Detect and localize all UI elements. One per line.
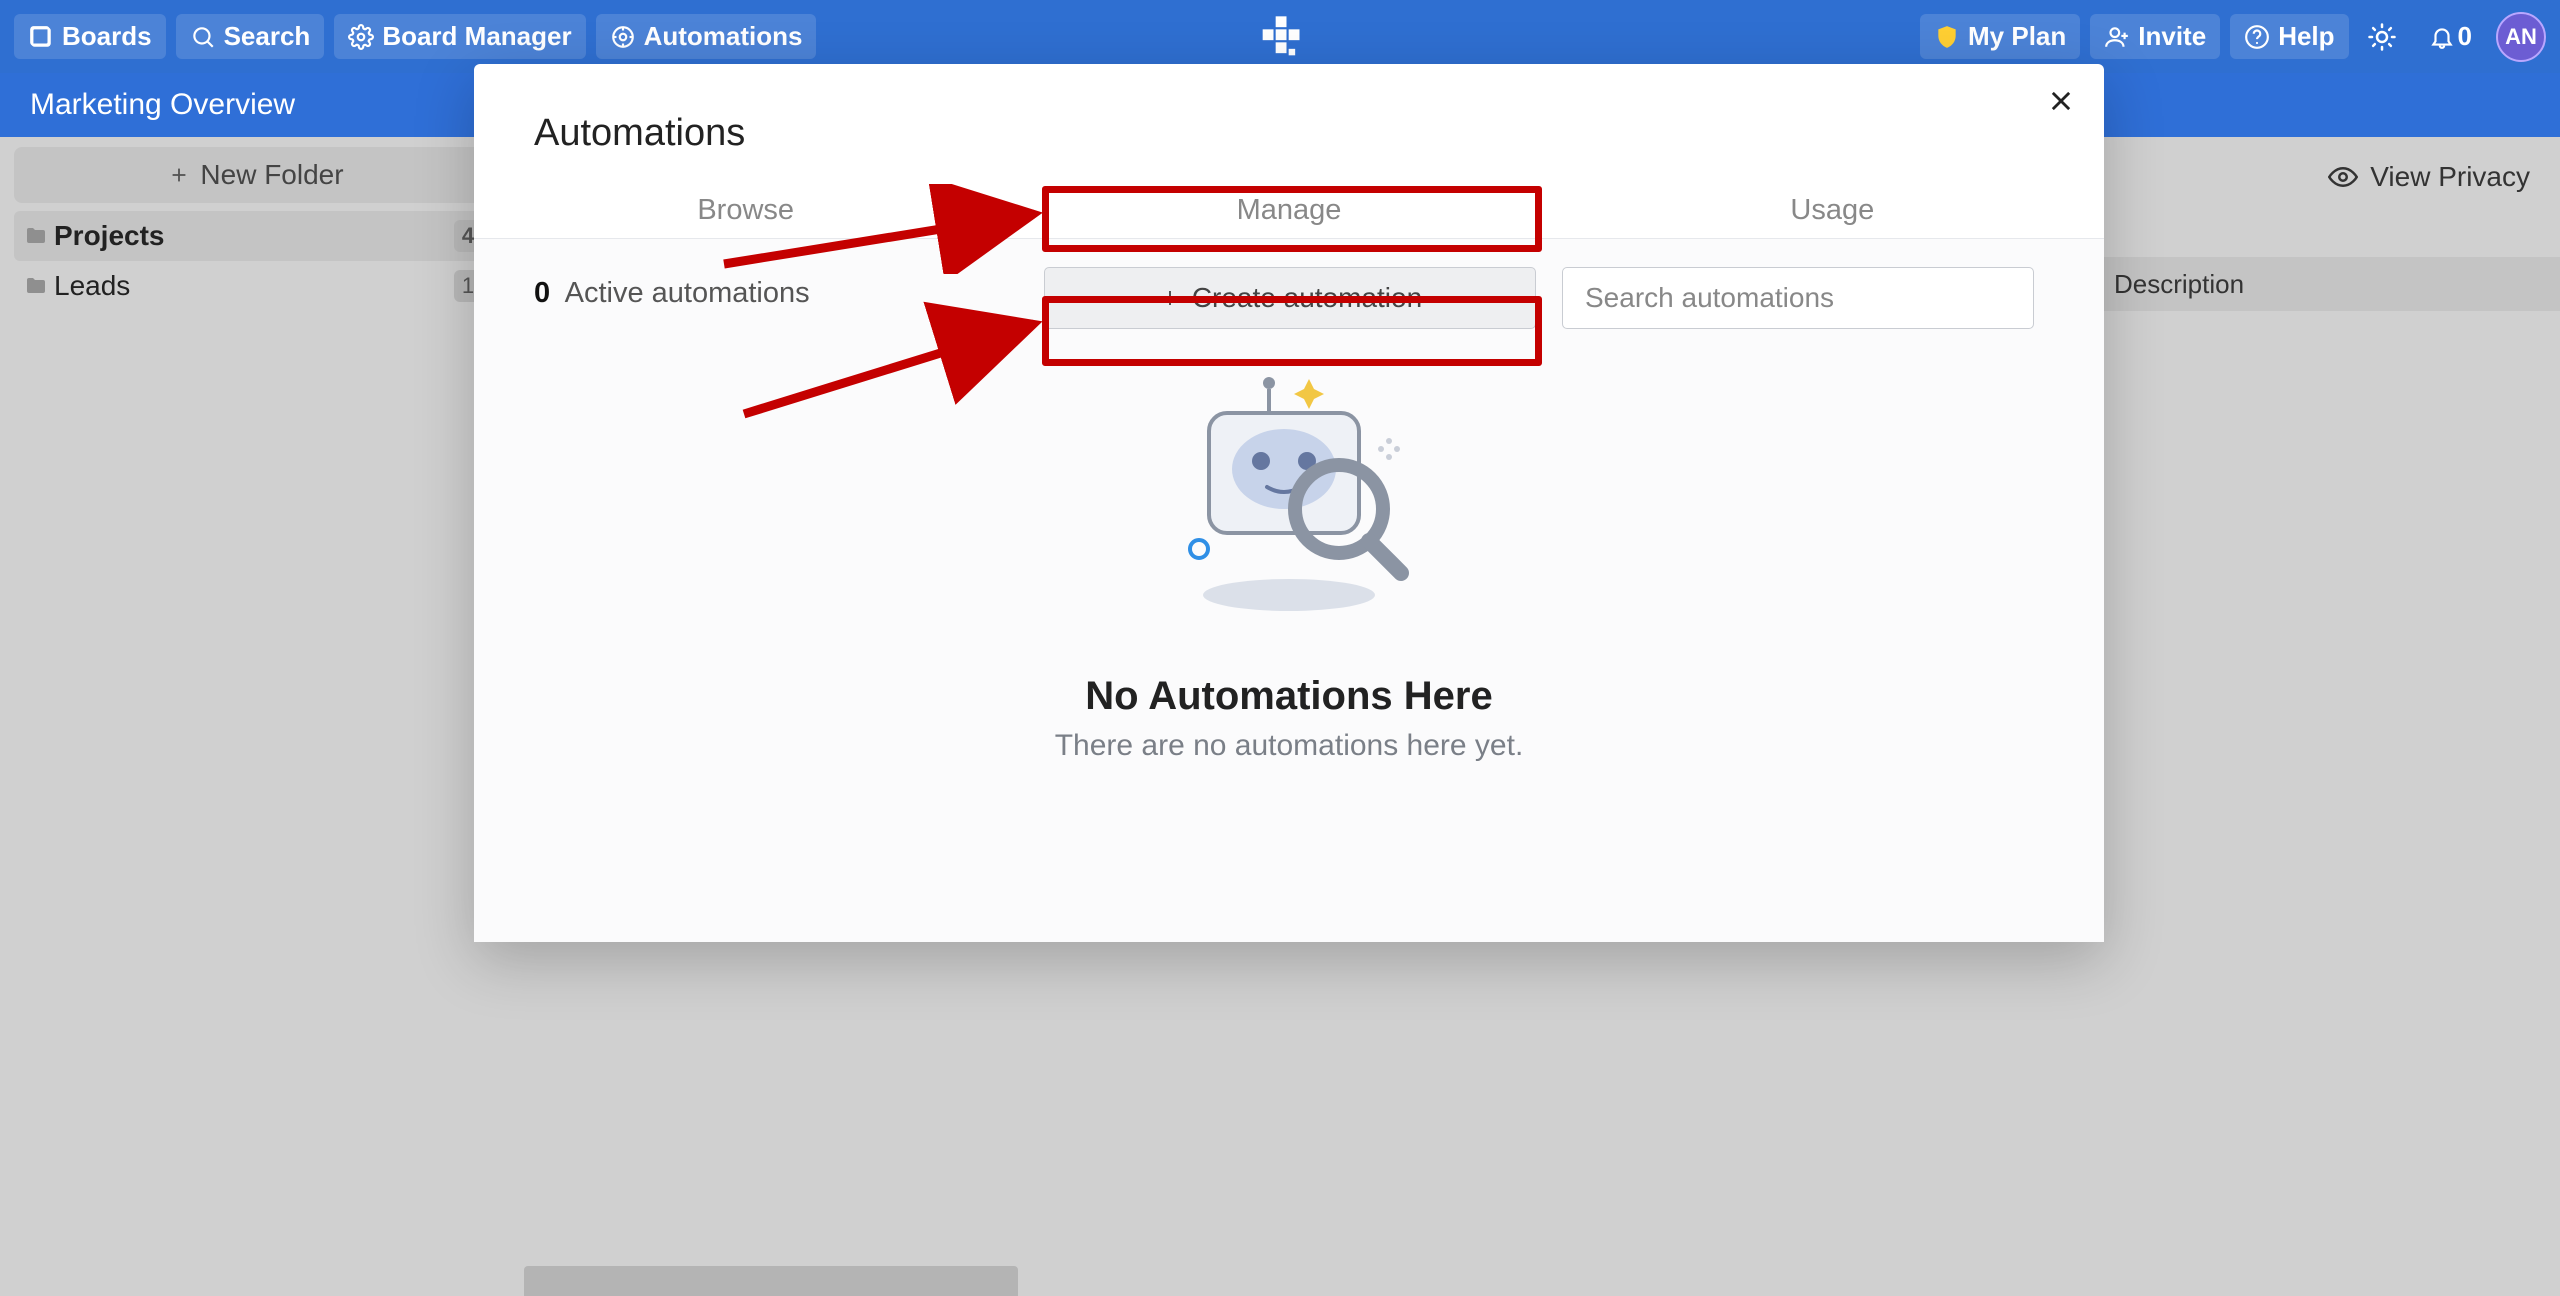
empty-state-subtitle: There are no automations here yet. bbox=[989, 729, 1589, 763]
tab-usage[interactable]: Usage bbox=[1561, 183, 2104, 238]
modal-body: 0 Active automations Create automation bbox=[474, 239, 2104, 942]
tab-label: Usage bbox=[1790, 194, 1874, 227]
automations-modal: Automations Browse Manage Usage 0 Active… bbox=[474, 64, 2104, 942]
create-automation-label: Create automation bbox=[1192, 282, 1422, 314]
empty-state: No Automations Here There are no automat… bbox=[989, 369, 1589, 763]
robot-illustration bbox=[1139, 369, 1439, 629]
create-automation-button[interactable]: Create automation bbox=[1044, 267, 1536, 329]
active-count-number: 0 bbox=[534, 277, 550, 309]
tab-browse[interactable]: Browse bbox=[474, 183, 1017, 238]
modal-tabs: Browse Manage Usage bbox=[474, 183, 2104, 239]
tab-manage[interactable]: Manage bbox=[1017, 183, 1560, 238]
close-button[interactable] bbox=[2040, 80, 2082, 122]
active-count-label: Active automations bbox=[565, 277, 810, 309]
plus-icon bbox=[1158, 286, 1182, 310]
modal-overlay: Automations Browse Manage Usage 0 Active… bbox=[0, 0, 2560, 1296]
empty-state-title: No Automations Here bbox=[989, 674, 1589, 719]
modal-title: Automations bbox=[474, 64, 2104, 183]
tab-label: Manage bbox=[1237, 194, 1342, 226]
search-automations-input[interactable] bbox=[1562, 267, 2034, 329]
tab-label: Browse bbox=[697, 194, 794, 227]
close-icon bbox=[2047, 87, 2075, 115]
